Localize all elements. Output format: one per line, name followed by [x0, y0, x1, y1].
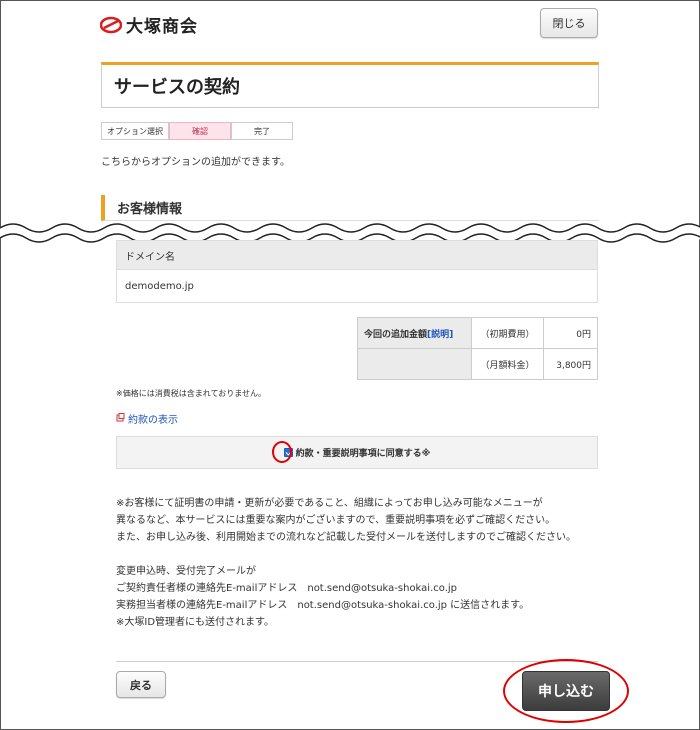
- notice-line: 異なるなど、本サービスには重要な案内がございますので、重要説明事項を必ずご確認く…: [116, 515, 556, 526]
- agree-label[interactable]: 約款・重要説明事項に同意する※: [296, 446, 431, 459]
- step-complete: 完了: [231, 122, 293, 140]
- domain-value: demodemo.jp: [125, 280, 194, 292]
- price-amount: 3,800円: [543, 348, 598, 380]
- otsuka-logo-icon: [99, 16, 123, 34]
- price-label-cell: 今回の追加金額[説明]: [357, 317, 472, 349]
- page-title: サービスの契約: [101, 62, 599, 108]
- step-option-select: オプション選択: [101, 122, 169, 140]
- back-button[interactable]: 戻る: [116, 671, 166, 698]
- document-icon: [116, 412, 125, 425]
- price-label-cell-empty: [357, 348, 472, 380]
- table-row: （月額料金） 3,800円: [357, 348, 598, 380]
- price-label: 今回の追加金額: [364, 329, 428, 340]
- terms-link-label: 約款の表示: [128, 415, 178, 426]
- price-explain-link[interactable]: [説明]: [427, 330, 453, 340]
- brand-logo: 大塚商会: [99, 12, 198, 37]
- footer-divider: [116, 661, 598, 662]
- table-row: 今回の追加金額[説明] （初期費用） 0円: [357, 317, 598, 349]
- agree-area: 約款・重要説明事項に同意する※: [116, 436, 598, 469]
- domain-table: ドメイン名 demodemo.jp: [116, 240, 598, 303]
- section-title: お客様情報: [101, 195, 599, 221]
- highlight-circle-checkbox: [272, 441, 292, 463]
- mail-notice-line: 変更申込時、受付完了メールが: [116, 566, 256, 577]
- price-type: （月額料金）: [471, 348, 544, 380]
- step-confirm: 確認: [169, 122, 231, 140]
- intro-text: こちらからオプションの追加ができます。: [101, 157, 290, 168]
- notice-line: また、お申し込み後、利用開始までの流れなど記載した受付メールを送付しますのでご確…: [116, 532, 576, 543]
- mail-notice-line: ※大塚ID管理者にも送付されます。: [116, 617, 275, 628]
- brand-name: 大塚商会: [126, 17, 198, 37]
- price-amount: 0円: [543, 317, 598, 349]
- mail-notice-line: 実務担当者様の連絡先E-mailアドレス not.send@otsuka-sho…: [116, 600, 530, 611]
- close-button[interactable]: 閉じる: [540, 8, 598, 38]
- domain-header: ドメイン名: [117, 241, 597, 270]
- price-table: 今回の追加金額[説明] （初期費用） 0円 （月額料金） 3,800円: [357, 317, 598, 380]
- terms-link[interactable]: 約款の表示: [116, 411, 178, 426]
- tax-note: ※価格には消費税は含まれておりません。: [116, 389, 266, 398]
- notice-line: ※お客様にて証明書の申請・更新が必要であること、組織によってお申し込み可能なメニ…: [116, 498, 543, 509]
- price-type: （初期費用）: [471, 317, 544, 349]
- mail-notice-line: ご契約責任者様の連絡先E-mailアドレス not.send@otsuka-sh…: [116, 583, 458, 594]
- highlight-circle-submit: [503, 659, 629, 723]
- notice-text: ※お客様にて証明書の申請・更新が必要であること、組織によってお申し込み可能なメニ…: [116, 495, 576, 631]
- progress-steps: オプション選択 確認 完了: [101, 122, 293, 140]
